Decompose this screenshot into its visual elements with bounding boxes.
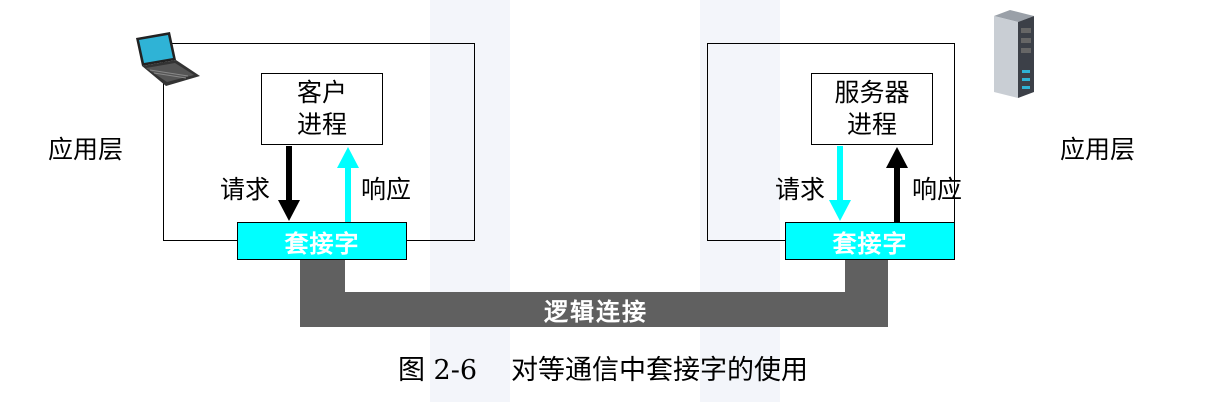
client-request-arrow: [278, 146, 300, 221]
figure-caption: 图 2-6 对等通信中套接字的使用: [0, 348, 1206, 387]
server-layer-label: 应用层: [1060, 135, 1136, 164]
server-request-label: 请求: [775, 175, 826, 204]
client-layer-label: 应用层: [48, 135, 124, 164]
figure-number: 图 2-6: [397, 355, 478, 386]
server-response-label: 响应: [912, 175, 963, 204]
client-request-label: 请求: [220, 175, 271, 204]
client-socket: 套接字: [237, 222, 407, 260]
server-request-arrow: [829, 146, 851, 221]
server-response-arrow: [886, 147, 908, 222]
logical-connection-label: 逻辑连接: [544, 297, 648, 326]
server-socket: 套接字: [785, 222, 955, 260]
laptop-icon: [136, 32, 200, 86]
client-response-label: 响应: [361, 175, 412, 204]
server-icon: [994, 10, 1034, 98]
figure-title: 对等通信中套接字的使用: [511, 355, 809, 386]
client-response-arrow: [337, 147, 359, 222]
